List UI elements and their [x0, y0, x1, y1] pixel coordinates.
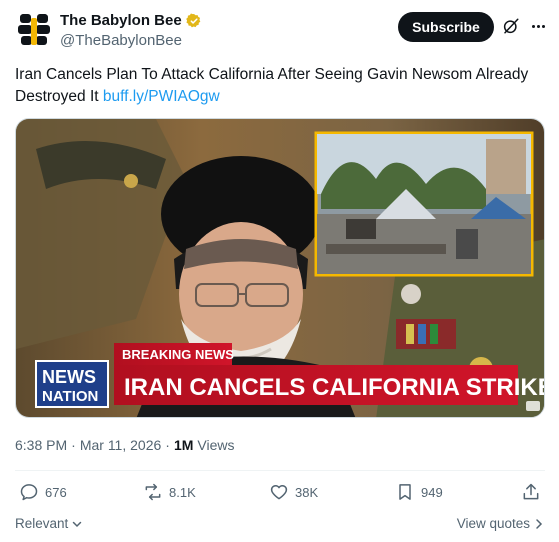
bookmark-count: 949 — [421, 484, 443, 500]
meta-separator: · — [71, 437, 76, 453]
meta-separator: · — [165, 437, 170, 453]
author-avatar[interactable] — [14, 10, 54, 50]
reply-icon — [20, 484, 38, 501]
view-quotes-label: View quotes — [456, 516, 530, 531]
bookmark-button[interactable]: 949 — [395, 482, 443, 502]
sort-label: Relevant — [15, 516, 69, 531]
heart-icon — [270, 485, 288, 500]
more-options-icon[interactable] — [528, 16, 548, 36]
action-bar: 676 8.1K 38K 949 — [15, 482, 545, 506]
verified-badge-icon — [185, 12, 201, 27]
tweet-body: Iran Cancels Plan To Attack California A… — [15, 66, 529, 105]
tweet-link[interactable]: buff.ly/PWIAOgw — [103, 88, 220, 105]
tweet-media-image[interactable]: BREAKING NEWS IRAN CANCELS CALIFORNIA ST… — [15, 118, 545, 418]
repost-button[interactable]: 8.1K — [143, 482, 196, 502]
views-label: Views — [197, 437, 235, 453]
breaking-news-label: BREAKING NEWS — [122, 347, 234, 362]
author-display-name[interactable]: The Babylon Bee — [60, 12, 182, 29]
share-button[interactable] — [521, 482, 541, 502]
tweet-date[interactable]: Mar 11, 2026 — [80, 437, 161, 453]
view-quotes-link[interactable]: View quotes — [457, 516, 544, 531]
bee-logo-icon — [14, 10, 54, 50]
repost-icon — [145, 483, 161, 501]
author-handle[interactable]: @TheBabylonBee — [60, 32, 182, 49]
sort-replies-dropdown[interactable]: Relevant — [15, 516, 83, 531]
reply-button[interactable]: 676 — [19, 482, 67, 502]
author-name-line[interactable]: The Babylon Bee — [60, 12, 202, 29]
reply-count: 676 — [45, 484, 67, 500]
news-photo: BREAKING NEWS IRAN CANCELS CALIFORNIA ST… — [16, 119, 545, 417]
repost-count: 8.1K — [169, 484, 196, 500]
like-button[interactable]: 38K — [269, 482, 318, 502]
network-logo-top: NEWS — [42, 367, 96, 387]
divider — [15, 470, 545, 471]
share-icon — [523, 483, 539, 500]
like-count: 38K — [295, 484, 319, 500]
tweet-time[interactable]: 6:38 PM — [15, 437, 67, 453]
media-headline: IRAN CANCELS CALIFORNIA STRIKE — [124, 374, 545, 401]
network-logo-bottom: NATION — [42, 388, 98, 405]
grok-icon[interactable] — [502, 17, 520, 35]
chevron-down-icon — [73, 521, 82, 527]
tweet-header: The Babylon Bee @TheBabylonBee Subscribe — [0, 0, 559, 56]
chevron-right-icon — [536, 518, 543, 529]
views-count: 1M — [173, 437, 194, 453]
subscribe-button[interactable]: Subscribe — [398, 12, 494, 42]
tweet-meta: 6:38 PM · Mar 11, 2026 · 1M Views — [15, 437, 235, 453]
bookmark-icon — [399, 484, 411, 500]
tweet-text: Iran Cancels Plan To Attack California A… — [15, 64, 535, 108]
